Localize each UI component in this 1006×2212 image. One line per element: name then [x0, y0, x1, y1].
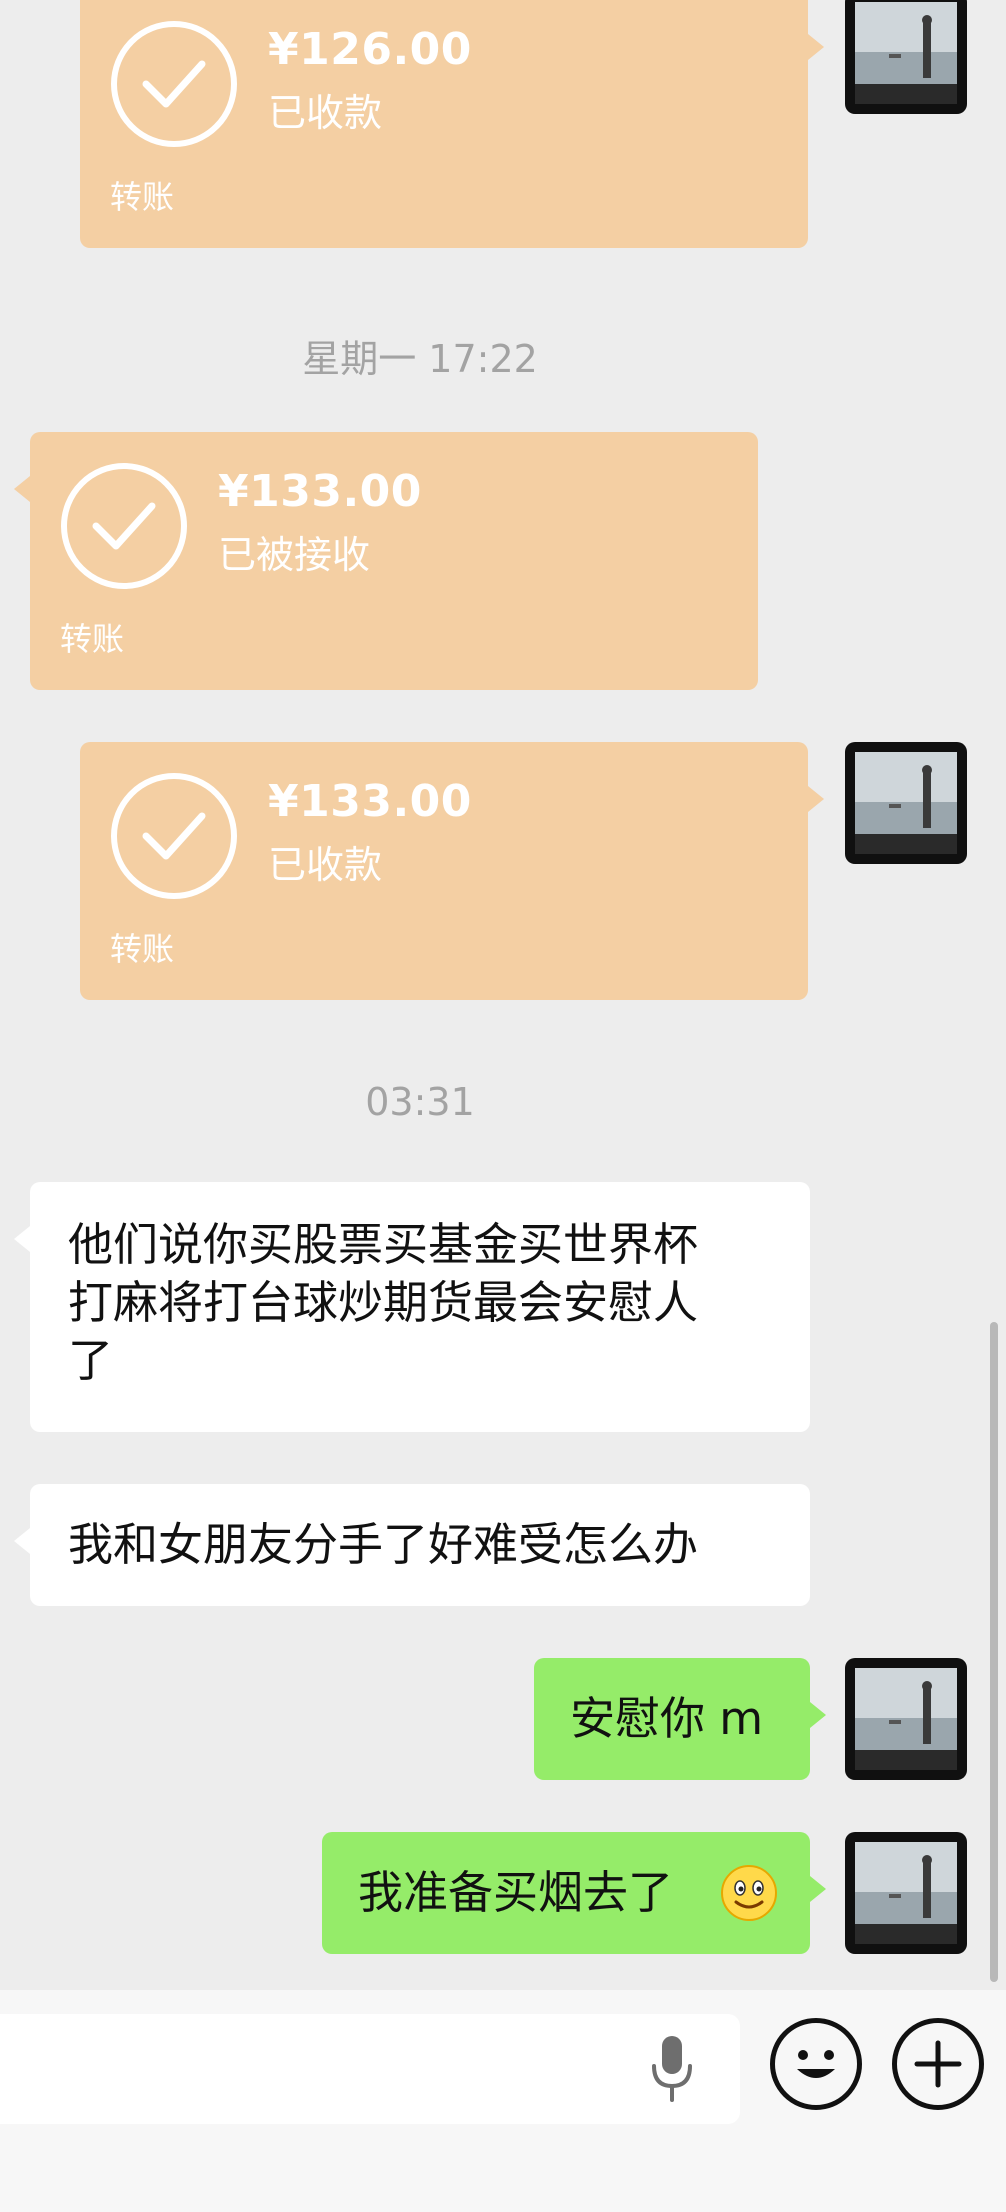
bubble-tail: [808, 34, 824, 60]
bubble-tail: [14, 1528, 30, 1554]
message-text: 我准备买烟去了: [358, 1866, 674, 1919]
transfer-card-received[interactable]: ¥126.00 已收款 转账: [80, 0, 824, 248]
transfer-label: 转账: [110, 930, 175, 968]
message-line: 他们说你买股票买基金买世界杯: [68, 1218, 699, 1271]
emoji-icon: [797, 2050, 835, 2078]
transfer-status: 已被接收: [218, 533, 371, 577]
message-bubble-sent[interactable]: 我准备买烟去了: [322, 1832, 826, 1954]
bubble-tail: [14, 1226, 30, 1252]
message-line: 打麻将打台球炒期货最会安慰人: [68, 1276, 699, 1329]
message-text: 我和女朋友分手了好难受怎么办: [68, 1518, 699, 1571]
avatar[interactable]: [845, 742, 967, 864]
chat-timestamp: 星期一 17:22: [302, 337, 538, 381]
message-text: 安慰你 m: [570, 1692, 764, 1745]
input-bar: [0, 1990, 1006, 2212]
bubble-tail: [14, 476, 30, 502]
avatar[interactable]: [845, 1832, 967, 1954]
transfer-card-sent[interactable]: ¥133.00 已被接收 转账: [14, 432, 758, 690]
check-circle-icon: [111, 21, 237, 147]
transfer-card-received[interactable]: ¥133.00 已收款 转账: [80, 742, 824, 1000]
avatar[interactable]: [845, 1658, 967, 1780]
smiling-face-icon: [721, 1865, 777, 1921]
microphone-icon[interactable]: [642, 2030, 702, 2108]
transfer-amount: ¥133.00: [268, 776, 472, 827]
message-input[interactable]: [0, 2014, 740, 2124]
emoji-button[interactable]: [770, 2018, 862, 2110]
avatar[interactable]: [845, 0, 967, 114]
bubble-tail: [808, 786, 824, 812]
check-circle-icon: [111, 773, 237, 899]
plus-icon: [914, 2040, 962, 2088]
check-circle-icon: [61, 463, 187, 589]
bubble-tail: [810, 1876, 826, 1902]
bubble-tail: [810, 1702, 826, 1728]
transfer-label: 转账: [110, 178, 175, 216]
message-bubble-received[interactable]: 我和女朋友分手了好难受怎么办: [14, 1484, 810, 1606]
transfer-status: 已收款: [268, 843, 383, 887]
message-bubble-received[interactable]: 他们说你买股票买基金买世界杯 打麻将打台球炒期货最会安慰人 了: [14, 1182, 810, 1432]
chat-timestamp: 03:31: [365, 1080, 475, 1124]
scrollbar[interactable]: [990, 1322, 998, 1982]
transfer-status: 已收款: [268, 91, 383, 135]
message-bubble-sent[interactable]: 安慰你 m: [534, 1658, 826, 1780]
transfer-amount: ¥133.00: [218, 466, 422, 517]
message-line: 了: [68, 1334, 114, 1387]
transfer-amount: ¥126.00: [268, 24, 472, 75]
transfer-label: 转账: [60, 620, 125, 658]
plus-button[interactable]: [892, 2018, 984, 2110]
